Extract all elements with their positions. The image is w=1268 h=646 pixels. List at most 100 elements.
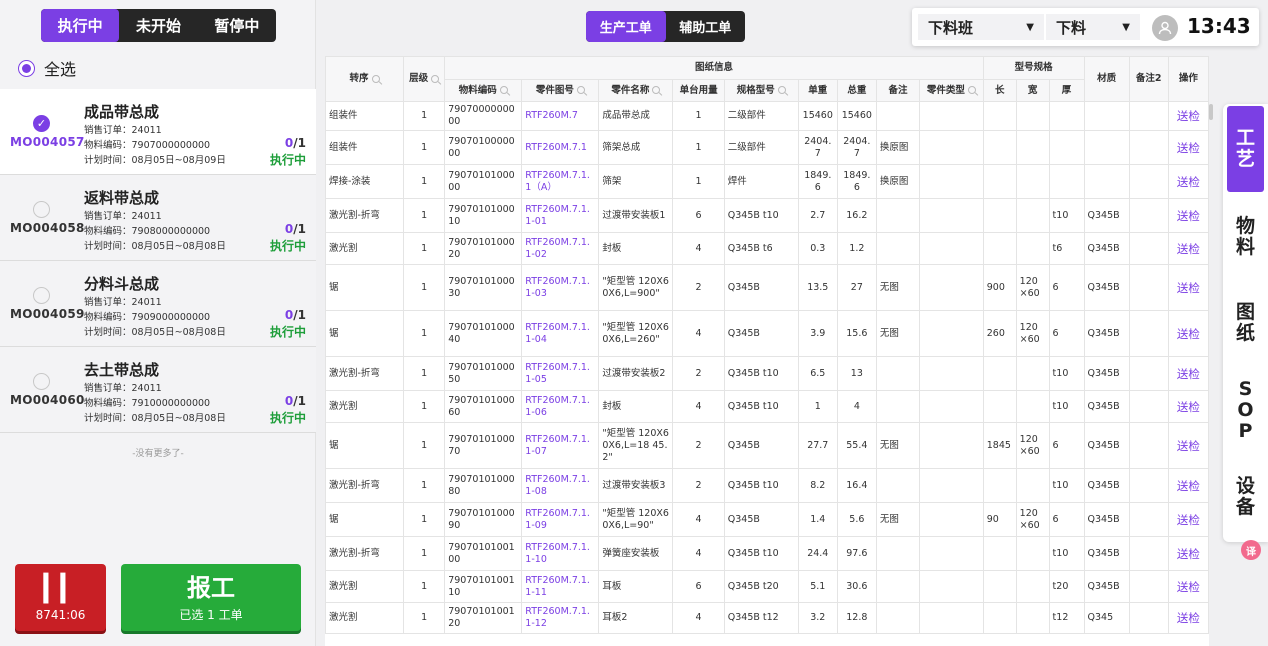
table-cell: Q345B: [723, 422, 799, 469]
tab-paused[interactable]: 暂停中: [198, 9, 276, 42]
table-scrollbar[interactable]: [1209, 104, 1213, 120]
inspect-link[interactable]: 送检: [1167, 232, 1209, 265]
table-cell: t10: [1048, 198, 1085, 233]
pause-button[interactable]: ▎▎ 8741:06: [15, 564, 106, 631]
table-row: 激光割 1 7907010100110 RTF260M.7.1.1-11 耳板 6 Q345…: [325, 570, 1209, 603]
th-material-code[interactable]: 物料编码: [444, 79, 523, 102]
inspect-link[interactable]: 送检: [1167, 130, 1209, 165]
order-plan: 计划时间：08月05日~08月09日: [84, 155, 226, 166]
order-material: 物料编码：7910000000000: [84, 398, 211, 409]
search-icon[interactable]: [499, 86, 508, 94]
table-cell: 16.2: [836, 198, 877, 233]
report-button[interactable]: 报工 已选 1 工单: [121, 564, 301, 631]
nav-material[interactable]: 物料: [1227, 196, 1264, 278]
order-count: 0/1: [284, 394, 306, 408]
inspect-link[interactable]: 送检: [1167, 198, 1209, 233]
tab-in-progress[interactable]: 执行中: [41, 9, 120, 42]
inspect-link[interactable]: 送检: [1167, 164, 1209, 199]
th-part-drawing[interactable]: 零件图号: [521, 79, 600, 102]
table-cell: 27: [836, 264, 877, 311]
user-avatar-icon[interactable]: [1152, 15, 1178, 41]
nav-drawing[interactable]: 图纸: [1227, 282, 1264, 364]
inspect-link[interactable]: 送检: [1167, 101, 1209, 131]
select-all-radio[interactable]: [18, 59, 35, 77]
table-cell: [919, 164, 984, 199]
table-row: 锯 1 7907010100090 RTF260M.7.1.1-09 "矩型管 120X…: [325, 502, 1209, 537]
th-spec-model[interactable]: 规格型号: [723, 79, 799, 102]
table-cell: 锯: [325, 264, 405, 311]
table-cell: [1128, 232, 1169, 265]
tab-not-started[interactable]: 未开始: [119, 9, 197, 42]
order-card[interactable]: MO004059 分料斗总成 销售订单：24011 物料编码：790900000000…: [0, 261, 316, 347]
inspect-link[interactable]: 送检: [1167, 356, 1209, 391]
inspect-link[interactable]: 送检: [1167, 264, 1209, 311]
table-cell: 1: [403, 468, 446, 503]
table-cell: 过渡带安装板1: [598, 198, 674, 233]
order-card[interactable]: MO004060 去土带总成 销售订单：24011 物料编码：791000000000…: [0, 347, 316, 433]
radio-icon[interactable]: [33, 287, 50, 304]
tab-auxiliary-order[interactable]: 辅助工单: [666, 11, 746, 42]
table-cell: [1015, 101, 1050, 131]
nav-process[interactable]: 工艺: [1227, 106, 1264, 192]
nav-sop[interactable]: SOP: [1227, 368, 1264, 452]
table-cell: [1128, 570, 1169, 603]
table-cell: 无图: [875, 310, 921, 357]
check-icon[interactable]: ✓: [33, 115, 50, 132]
search-icon[interactable]: [967, 86, 976, 94]
inspect-link[interactable]: 送检: [1167, 602, 1209, 634]
search-icon[interactable]: [576, 86, 585, 94]
table-cell: 1849.6: [836, 164, 877, 199]
table-cell: [1083, 130, 1130, 165]
table-cell: 1: [403, 602, 446, 634]
th-part-name[interactable]: 零件名称: [598, 79, 674, 102]
inspect-link[interactable]: 送检: [1167, 570, 1209, 603]
inspect-link[interactable]: 送检: [1167, 536, 1209, 571]
table-cell: 30.6: [836, 570, 877, 603]
work-order-panel: 执行中 未开始 暂停中 全选 ✓ MO004057 成品带总成 销售订单：24011 物…: [0, 0, 316, 646]
table-cell: RTF260M.7.1.1-01: [521, 198, 600, 233]
search-icon[interactable]: [371, 74, 380, 83]
radio-icon[interactable]: [33, 201, 50, 218]
table-row: 组装件 1 7907010000000 RTF260M.7.1 筛架总成 1 二级部件 240…: [325, 130, 1209, 165]
search-icon[interactable]: [652, 86, 661, 94]
shift-dropdown[interactable]: 下料班 ▼: [918, 14, 1044, 40]
order-sales: 销售订单：24011: [84, 297, 162, 308]
table-cell: 锯: [325, 422, 405, 469]
table-cell: [1128, 198, 1169, 233]
table-cell: Q345B: [1083, 264, 1130, 311]
inspect-link[interactable]: 送检: [1167, 390, 1209, 423]
inspect-link[interactable]: 送检: [1167, 422, 1209, 469]
table-cell: 1: [672, 130, 725, 165]
order-card[interactable]: ✓ MO004057 成品带总成 销售订单：24011 物料编码：79070000000…: [0, 89, 316, 175]
search-icon[interactable]: [431, 74, 440, 83]
tab-production-order[interactable]: 生产工单: [586, 11, 666, 42]
process-dropdown[interactable]: 下料 ▼: [1046, 14, 1140, 40]
th-seq[interactable]: 转序: [325, 56, 405, 102]
inspect-link[interactable]: 送检: [1167, 468, 1209, 503]
table-cell: [1048, 101, 1085, 131]
table-cell: RTF260M.7.1: [521, 130, 600, 165]
th-part-type[interactable]: 零件类型: [919, 79, 984, 102]
table-cell: 焊接-涂装: [325, 164, 405, 199]
table-cell: [982, 536, 1017, 571]
nav-equipment[interactable]: 设备: [1227, 456, 1264, 538]
radio-icon[interactable]: [33, 373, 50, 390]
inspect-link[interactable]: 送检: [1167, 310, 1209, 357]
table-cell: 4: [672, 536, 725, 571]
table-cell: 1: [403, 502, 446, 537]
order-plan: 计划时间：08月05日~08月08日: [84, 327, 226, 338]
table-cell: 7907010100110: [444, 570, 523, 603]
translate-icon[interactable]: 译: [1241, 540, 1261, 560]
order-name: 分料斗总成: [84, 275, 160, 293]
select-all[interactable]: 全选: [18, 56, 76, 80]
nav-label-char: 纸: [1235, 322, 1255, 344]
table-cell: Q345B: [723, 502, 799, 537]
search-icon[interactable]: [777, 86, 786, 94]
table-cell: 7907010100080: [444, 468, 523, 503]
table-cell: 6: [1048, 264, 1085, 311]
table-cell: 过渡带安装板2: [598, 356, 674, 391]
table-cell: t20: [1048, 570, 1085, 603]
th-drawing-group: 图纸信息: [444, 56, 984, 80]
inspect-link[interactable]: 送检: [1167, 502, 1209, 537]
order-card[interactable]: MO004058 返料带总成 销售订单：24011 物料编码：790800000000…: [0, 175, 316, 261]
